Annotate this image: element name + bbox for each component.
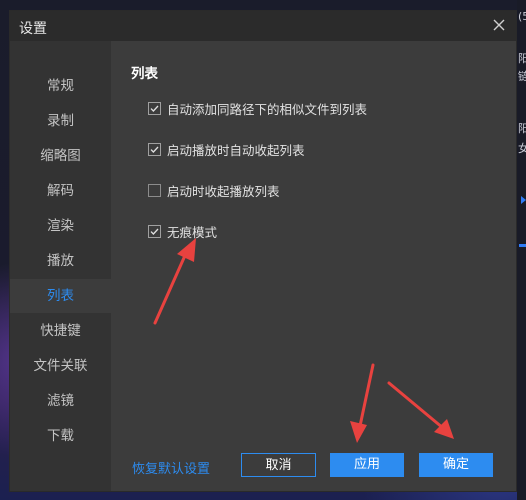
- close-button[interactable]: [490, 16, 508, 34]
- option-label: 启动时收起播放列表: [167, 183, 280, 199]
- background-text: 阳: [518, 122, 526, 135]
- reset-defaults-link[interactable]: 恢复默认设置: [132, 458, 210, 477]
- option-incognito-mode[interactable]: 无痕模式: [148, 222, 217, 240]
- background-text: 女: [518, 142, 526, 155]
- background-text: 链: [518, 70, 526, 83]
- option-label: 无痕模式: [167, 224, 218, 240]
- apply-button[interactable]: 应用: [330, 453, 404, 477]
- sidebar-item-decode[interactable]: 解码: [10, 174, 111, 208]
- sidebar-item-playback[interactable]: 播放: [10, 244, 111, 278]
- close-icon: [493, 19, 505, 31]
- sidebar-item-general[interactable]: 常规: [10, 69, 111, 103]
- dialog-titlebar[interactable]: 设置: [10, 11, 516, 41]
- progress-indicator: [519, 244, 526, 247]
- cancel-button[interactable]: 取消: [241, 453, 316, 477]
- ok-button[interactable]: 确定: [419, 453, 493, 477]
- sidebar-item-render[interactable]: 渲染: [10, 209, 111, 243]
- checkbox[interactable]: [148, 101, 161, 115]
- sidebar-item-record[interactable]: 录制: [10, 104, 111, 138]
- settings-sidebar: 常规 录制 缩略图 解码 渲染 播放 列表 快捷键 文件关联 滤镜 下载: [10, 41, 111, 491]
- sidebar-item-shortcuts[interactable]: 快捷键: [10, 314, 111, 348]
- dialog-title: 设置: [19, 21, 47, 37]
- sidebar-item-download[interactable]: 下载: [10, 419, 111, 453]
- settings-dialog: 设置 常规 录制 缩略图 解码 渲染 播放 列表 快捷键 文件关联 滤镜 下载 …: [10, 11, 516, 491]
- checkbox[interactable]: [148, 183, 161, 197]
- option-auto-add-similar[interactable]: 自动添加同路径下的相似文件到列表: [148, 99, 367, 117]
- option-label: 自动添加同路径下的相似文件到列表: [167, 101, 368, 117]
- checkmark-icon: [150, 146, 159, 153]
- option-collapse-on-start[interactable]: 启动时收起播放列表: [148, 181, 280, 199]
- play-indicator-icon: [521, 196, 526, 204]
- section-title: 列表: [131, 66, 158, 82]
- background-text: (5: [518, 10, 526, 23]
- sidebar-item-list[interactable]: 列表: [10, 279, 111, 313]
- settings-content: 列表 自动添加同路径下的相似文件到列表 启动播放时自动收起列表 启动时收起播放列…: [111, 41, 516, 491]
- checkmark-icon: [150, 105, 159, 112]
- sidebar-item-thumbnail[interactable]: 缩略图: [10, 139, 111, 173]
- sidebar-item-filters[interactable]: 滤镜: [10, 384, 111, 418]
- sidebar-item-file-association[interactable]: 文件关联: [10, 349, 111, 383]
- checkbox[interactable]: [148, 142, 161, 156]
- background-text: 阳: [518, 52, 526, 65]
- checkmark-icon: [150, 228, 159, 235]
- checkbox[interactable]: [148, 224, 161, 238]
- option-label: 启动播放时自动收起列表: [167, 142, 305, 158]
- option-collapse-on-play[interactable]: 启动播放时自动收起列表: [148, 140, 305, 158]
- background-app-edge: (5 阳 链 阳 女: [517, 0, 526, 500]
